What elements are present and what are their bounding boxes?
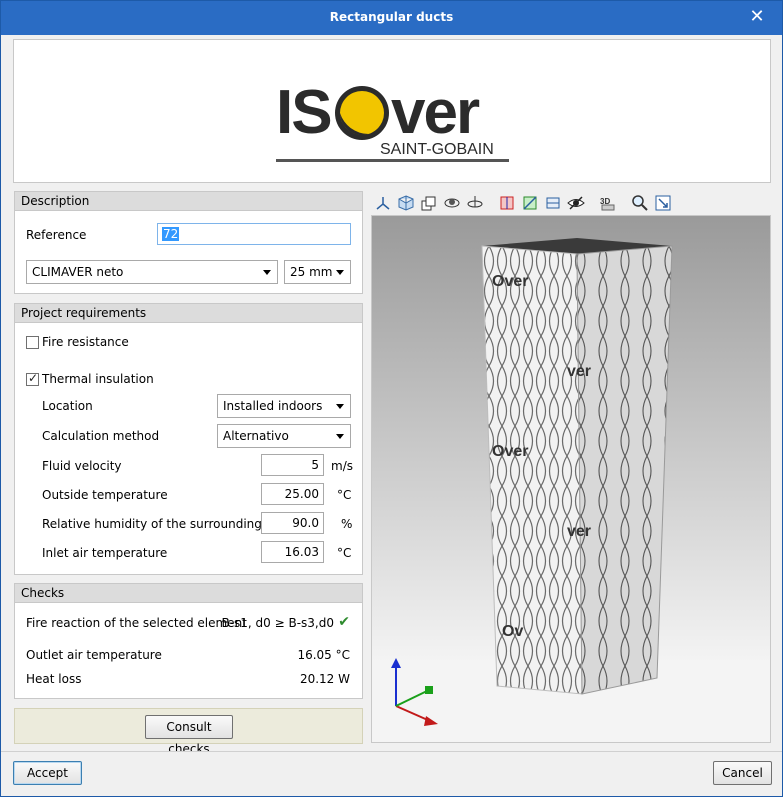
calc-method-label: Calculation method [42, 429, 160, 443]
window-title: Rectangular ducts [329, 10, 454, 24]
location-label: Location [42, 399, 93, 413]
logo-sun-icon [335, 86, 389, 140]
velocity-unit: m/s [331, 459, 353, 473]
axes-icon[interactable] [374, 194, 392, 212]
product-select[interactable]: CLIMAVER neto [26, 260, 278, 284]
reference-input[interactable]: 72 [157, 223, 351, 245]
fire-resistance-checkbox[interactable] [26, 336, 39, 349]
dialog-window: Rectangular ducts ✕ IS ver SAINT-GOBAIN … [0, 0, 783, 797]
chevron-down-icon [336, 434, 344, 439]
section-icon[interactable] [498, 194, 516, 212]
thickness-select[interactable]: 25 mm [284, 260, 351, 284]
duct-right-face [576, 245, 673, 695]
requirements-panel: Project requirements Fire resistance The… [14, 303, 363, 575]
outside-temp-label: Outside temperature [42, 488, 168, 502]
humidity-unit: % [341, 517, 353, 531]
description-panel: Description Reference 72 CLIMAVER neto 2… [14, 191, 363, 294]
location-select[interactable]: Installed indoors [217, 394, 351, 418]
thickness-value: 25 mm [290, 265, 333, 279]
humidity-label: Relative humidity of the surroundings [42, 517, 269, 531]
outside-temp-unit: °C [337, 488, 352, 502]
zoom-extents-icon[interactable] [654, 194, 672, 212]
heat-loss-value: 20.12 W [299, 672, 350, 686]
inlet-temp-input[interactable]: 16.03 [261, 541, 324, 563]
duct-3d-render: Over ver Over ver Ov [391, 238, 673, 726]
layers-icon[interactable] [420, 194, 438, 212]
cube-view-icon[interactable] [397, 194, 415, 212]
description-header: Description [15, 192, 362, 211]
axis-gizmo-icon [391, 658, 438, 726]
fire-resistance-label: Fire resistance [42, 335, 129, 349]
fire-reaction-label: Fire reaction of the selected element [26, 616, 247, 630]
chevron-down-icon [336, 404, 344, 409]
velocity-label: Fluid velocity [42, 459, 122, 473]
humidity-input[interactable]: 90.0 [261, 512, 324, 534]
checks-header: Checks [15, 584, 362, 603]
zoom-icon[interactable] [631, 194, 649, 212]
dialog-footer: Accept Cancel [1, 751, 782, 796]
logo-area: IS ver SAINT-GOBAIN [13, 39, 771, 183]
chevron-down-icon [263, 270, 271, 275]
reference-label: Reference [26, 228, 87, 242]
isover-logo: IS ver SAINT-GOBAIN [276, 78, 509, 162]
wireframe-icon[interactable] [544, 194, 562, 212]
accept-button[interactable]: Accept [13, 761, 82, 785]
svg-text:Ov: Ov [502, 623, 523, 640]
location-value: Installed indoors [223, 399, 323, 413]
close-icon[interactable]: ✕ [746, 6, 768, 28]
calc-method-value: Alternativo [223, 429, 289, 443]
rotate-icon[interactable] [466, 194, 484, 212]
checks-panel: Checks Fire reaction of the selected ele… [14, 583, 363, 699]
visibility-icon[interactable] [567, 194, 585, 212]
inlet-temp-label: Inlet air temperature [42, 546, 168, 560]
title-bar: Rectangular ducts ✕ [1, 1, 782, 35]
heat-loss-label: Heat loss [26, 672, 82, 686]
thermal-insulation-checkbox[interactable] [26, 371, 39, 386]
3d-view-icon[interactable]: 3D [599, 194, 617, 212]
logo-text-is: IS [276, 78, 331, 147]
clip-plane-icon[interactable] [521, 194, 539, 212]
reference-value: 72 [162, 227, 180, 241]
logo-subtitle: SAINT-GOBAIN [380, 141, 494, 158]
chevron-down-icon [336, 270, 344, 275]
logo-text-ver: ver [391, 78, 480, 147]
svg-text:Over: Over [492, 273, 528, 290]
svg-text:ver: ver [567, 363, 591, 380]
3d-viewer[interactable]: Over ver Over ver Ov [371, 215, 771, 743]
consult-strip: Consult checks [14, 708, 363, 756]
outlet-temp-label: Outlet air temperature [26, 648, 162, 662]
check-ok-icon: ✔ [338, 614, 350, 630]
fire-reaction-value: B-s1, d0 ≥ B-s3,d0 [221, 616, 334, 630]
thermal-insulation-label: Thermal insulation [42, 372, 154, 386]
logo-underline [276, 159, 509, 162]
velocity-input[interactable]: 5 [261, 454, 324, 476]
orbit-icon[interactable] [443, 194, 461, 212]
svg-text:ver: ver [567, 523, 591, 540]
cancel-button[interactable]: Cancel [713, 761, 772, 785]
outlet-temp-value: 16.05 °C [297, 648, 350, 662]
consult-checks-button[interactable]: Consult checks [145, 715, 233, 756]
outside-temp-input[interactable]: 25.00 [261, 483, 324, 505]
product-value: CLIMAVER neto [32, 265, 124, 279]
duct-left-face [481, 245, 583, 695]
svg-text:Over: Over [492, 443, 528, 460]
calc-method-select[interactable]: Alternativo [217, 424, 351, 448]
requirements-header: Project requirements [15, 304, 362, 323]
viewer-toolbar: 3D [371, 191, 771, 215]
inlet-temp-unit: °C [337, 546, 352, 560]
